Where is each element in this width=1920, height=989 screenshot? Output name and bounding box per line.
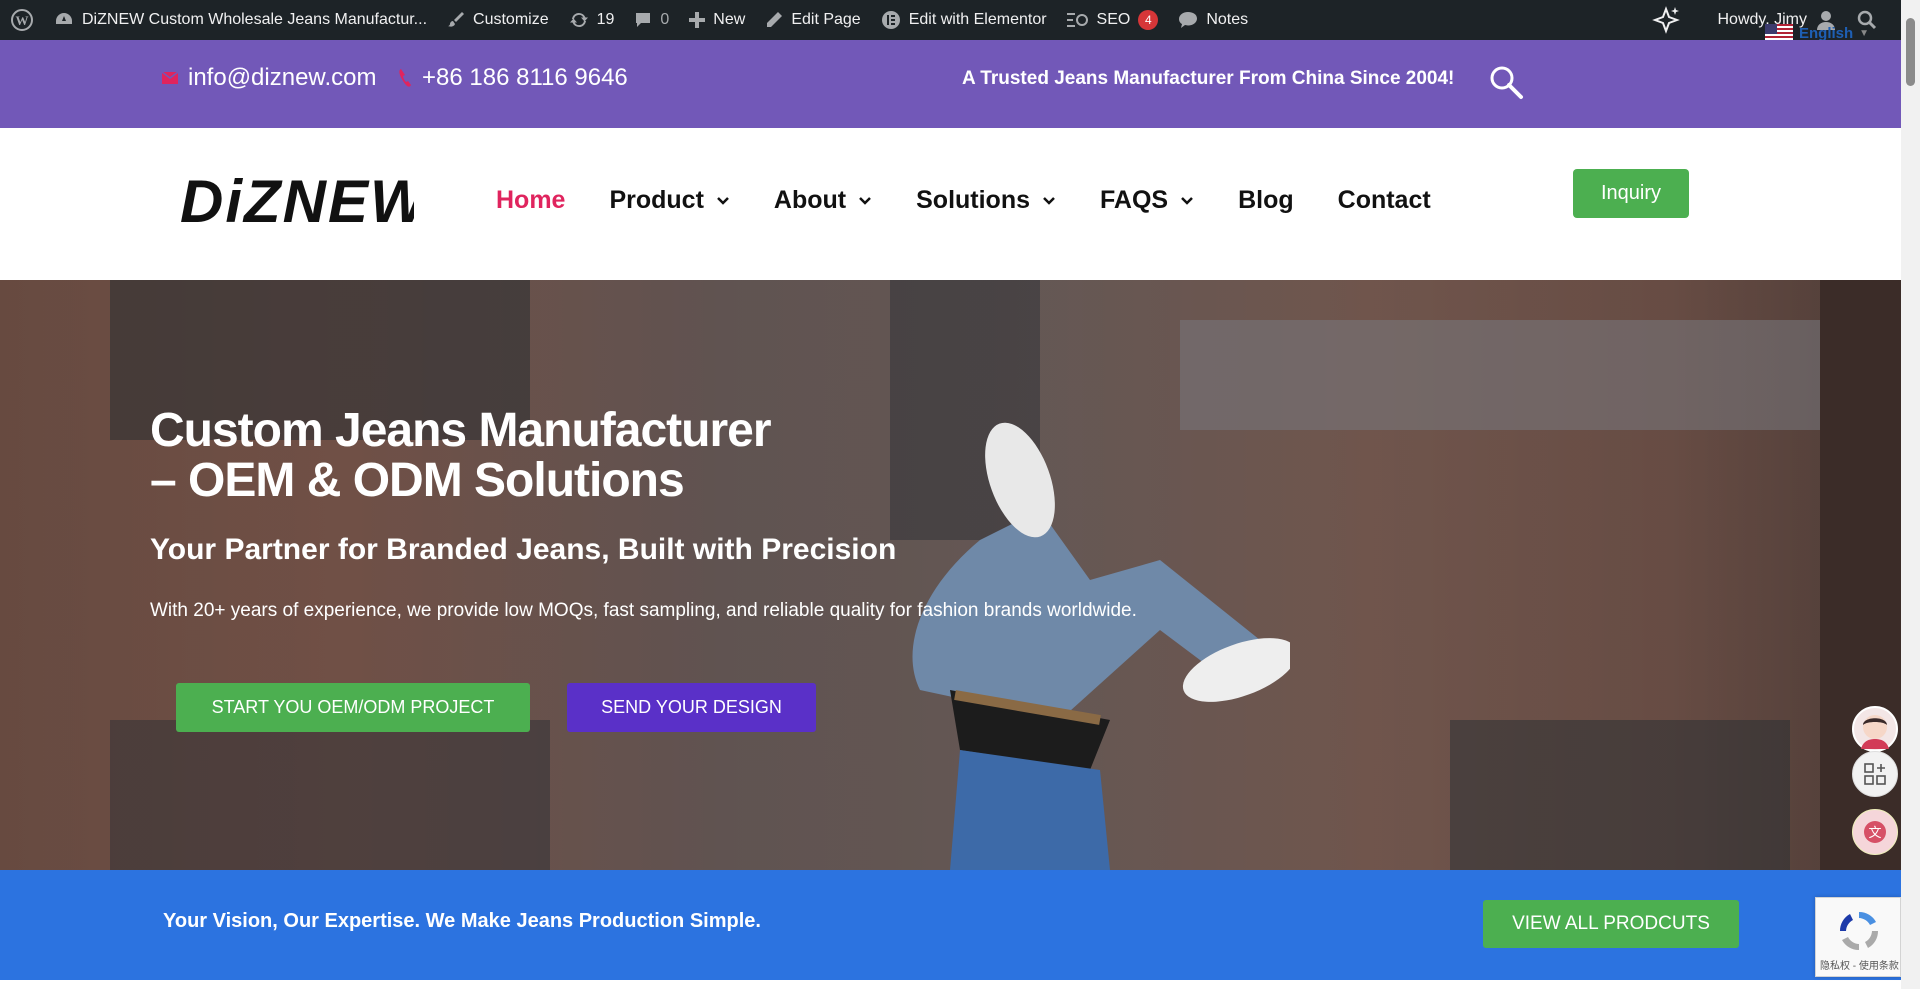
nav-home[interactable]: Home bbox=[496, 186, 565, 215]
new-content-link[interactable]: New bbox=[679, 0, 755, 40]
background-window bbox=[1450, 720, 1790, 870]
email-text: info@diznew.com bbox=[188, 64, 377, 91]
edit-page-label: Edit Page bbox=[791, 11, 861, 28]
recaptcha-badge[interactable]: 隐私权 - 使用条款 bbox=[1815, 897, 1901, 977]
site-search-button[interactable] bbox=[1488, 64, 1524, 105]
plus-icon bbox=[689, 12, 706, 28]
elementor-label: Edit with Elementor bbox=[908, 11, 1047, 28]
magnifier-icon bbox=[1490, 66, 1523, 99]
site-title: DiZNEW Custom Wholesale Jeans Manufactur… bbox=[82, 11, 428, 28]
updates-icon bbox=[569, 12, 588, 28]
hero-title: Custom Jeans Manufacturer – OEM & ODM So… bbox=[150, 404, 771, 507]
assistant-avatar-icon bbox=[1861, 715, 1889, 749]
background-window bbox=[110, 720, 550, 870]
customize-label: Customize bbox=[473, 11, 549, 28]
recaptcha-terms[interactable]: 隐私权 - 使用条款 bbox=[1820, 957, 1899, 972]
updates-count: 19 bbox=[596, 11, 615, 28]
svg-text:W: W bbox=[16, 13, 29, 28]
send-design-button[interactable]: SEND YOUR DESIGN bbox=[567, 683, 816, 732]
wordpress-logo-icon[interactable]: W bbox=[0, 0, 44, 40]
scrollbar-thumb[interactable] bbox=[1906, 18, 1915, 86]
seo-count-badge: 4 bbox=[1138, 10, 1159, 30]
chat-avatar-widget[interactable] bbox=[1852, 706, 1898, 752]
language-label: English bbox=[1799, 24, 1854, 42]
phone-link[interactable]: +86 186 8116 9646 bbox=[398, 64, 628, 92]
main-nav: Home Product About Solutions FAQS Blog C… bbox=[496, 186, 1475, 215]
phone-text: +86 186 8116 9646 bbox=[422, 64, 628, 91]
chevron-down-icon bbox=[859, 196, 872, 205]
chevron-down-icon bbox=[1181, 196, 1193, 205]
svg-text:文: 文 bbox=[1868, 826, 1881, 841]
view-all-products-button[interactable]: VIEW ALL PRODCUTS bbox=[1483, 900, 1739, 948]
elementor-icon bbox=[881, 11, 900, 29]
site-header: DiZNEW Home Product About Solutions FAQS… bbox=[0, 128, 1901, 280]
grid-add-icon bbox=[1864, 763, 1886, 785]
inquiry-button[interactable]: Inquiry bbox=[1573, 169, 1689, 218]
dashboard-icon bbox=[56, 13, 72, 24]
site-name-link[interactable]: DiZNEW Custom Wholesale Jeans Manufactur… bbox=[44, 0, 437, 40]
cta-band: Your Vision, Our Expertise. We Make Jean… bbox=[0, 870, 1901, 980]
ai-sparkle-button[interactable] bbox=[1642, 0, 1690, 40]
svg-text:DiZNEW: DiZNEW bbox=[180, 172, 414, 228]
comments-link[interactable]: 0 bbox=[624, 0, 679, 40]
new-label: New bbox=[713, 11, 746, 28]
contact-topbar: info@diznew.com +86 186 8116 9646 A Trus… bbox=[0, 40, 1901, 128]
updates-link[interactable]: 19 bbox=[559, 0, 625, 40]
cta-text: Your Vision, Our Expertise. We Make Jean… bbox=[163, 910, 761, 932]
comment-icon bbox=[636, 13, 651, 27]
envelope-icon bbox=[162, 72, 178, 84]
chevron-down-icon bbox=[717, 196, 729, 205]
nav-faqs[interactable]: FAQS bbox=[1100, 186, 1194, 215]
notes-link[interactable]: Notes bbox=[1168, 0, 1258, 40]
site-logo[interactable]: DiZNEW bbox=[180, 168, 429, 235]
edit-page-link[interactable]: Edit Page bbox=[755, 0, 870, 40]
chevron-down-icon bbox=[1043, 196, 1055, 205]
seo-label: SEO bbox=[1096, 11, 1131, 28]
recaptcha-icon bbox=[1839, 911, 1879, 951]
hero-subtitle: Your Partner for Branded Jeans, Built wi… bbox=[150, 533, 897, 566]
translate-icon: 文 bbox=[1864, 821, 1886, 843]
translate-widget-button[interactable]: 文 bbox=[1852, 809, 1898, 855]
hero-section: Custom Jeans Manufacturer – OEM & ODM So… bbox=[0, 280, 1901, 870]
elementor-link[interactable]: Edit with Elementor bbox=[871, 0, 1057, 40]
customize-link[interactable]: Customize bbox=[437, 0, 559, 40]
pencil-icon bbox=[767, 12, 783, 27]
phone-icon bbox=[399, 69, 411, 87]
email-link[interactable]: info@diznew.com bbox=[162, 64, 376, 92]
hero-jeans-model-image bbox=[912, 422, 1290, 870]
nav-about[interactable]: About bbox=[774, 186, 872, 215]
wp-admin-bar: W DiZNEW Custom Wholesale Jeans Manufact… bbox=[0, 0, 1901, 40]
hero-description: With 20+ years of experience, we provide… bbox=[150, 600, 1137, 621]
page-scrollbar[interactable] bbox=[1901, 0, 1920, 989]
tagline: A Trusted Jeans Manufacturer From China … bbox=[962, 68, 1455, 89]
seo-icon bbox=[1066, 13, 1088, 27]
nav-product[interactable]: Product bbox=[609, 186, 729, 215]
nav-contact[interactable]: Contact bbox=[1338, 186, 1431, 215]
notes-label: Notes bbox=[1206, 11, 1249, 28]
nav-solutions[interactable]: Solutions bbox=[916, 186, 1056, 215]
chevron-down-icon: ▼ bbox=[1859, 27, 1870, 39]
start-project-button[interactable]: START YOU OEM/ODM PROJECT bbox=[176, 683, 530, 732]
brush-icon bbox=[448, 12, 465, 27]
diznew-logo: DiZNEW bbox=[180, 168, 429, 235]
comments-count: 0 bbox=[660, 11, 670, 28]
seo-link[interactable]: SEO 4 bbox=[1057, 0, 1169, 40]
sparkle-icon bbox=[1651, 6, 1680, 34]
nav-blog[interactable]: Blog bbox=[1238, 186, 1294, 215]
chat-bubble-icon bbox=[1179, 12, 1198, 28]
apps-widget-button[interactable] bbox=[1852, 751, 1898, 797]
